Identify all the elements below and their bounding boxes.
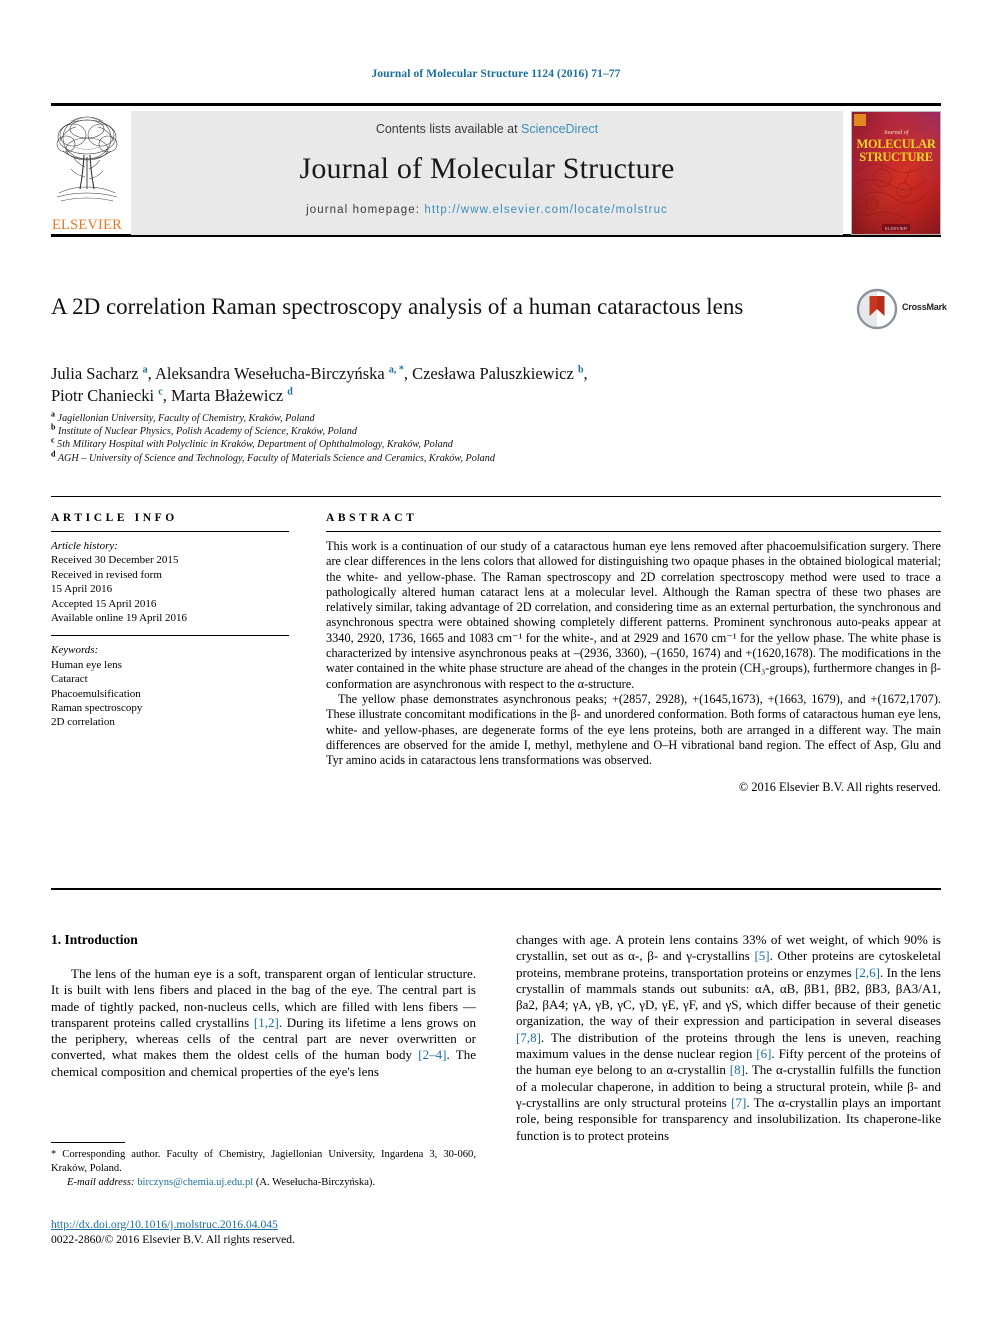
abstract-paragraph-1: This work is a continuation of our study… [326, 539, 941, 691]
article-page: Journal of Molecular Structure 1124 (201… [0, 0, 992, 1323]
abstract-paragraph-2: The yellow phase demonstrates asynchrono… [326, 691, 941, 768]
introduction-right-column: changes with age. A protein lens contain… [516, 932, 941, 1144]
svg-text:STRUCTURE: STRUCTURE [859, 150, 933, 164]
article-history-item: Received 30 December 2015 [51, 554, 179, 567]
crossmark-label: CrossMark [902, 302, 947, 312]
title-block: A 2D correlation Raman spectroscopy anal… [51, 292, 851, 321]
affiliation-text: Jagiellonian University, Faculty of Chem… [57, 413, 315, 424]
keywords-label: Keywords: [51, 644, 99, 657]
corresponding-author-footnote: * Corresponding author. Faculty of Chemi… [51, 1142, 476, 1190]
email-link[interactable]: birczyns@chemia.uj.edu.pl [137, 1177, 253, 1188]
affiliation-a: a Jagiellonian University, Faculty of Ch… [51, 409, 881, 425]
svg-text:Journal of: Journal of [884, 129, 910, 136]
journal-title: Journal of Molecular Structure [299, 152, 675, 185]
abstract-body: This work is a continuation of our study… [326, 539, 941, 796]
svg-text:ELSEVIER: ELSEVIER [885, 226, 908, 231]
elsevier-wordmark: ELSEVIER [51, 217, 123, 233]
email-line: E-mail address: birczyns@chemia.uj.edu.p… [51, 1176, 476, 1190]
abstract-section-bottom-rule [51, 888, 941, 890]
affiliation-marker: a [51, 409, 55, 419]
abstract-heading: ABSTRACT [326, 512, 418, 524]
affiliation-list: a Jagiellonian University, Faculty of Ch… [51, 409, 881, 465]
article-history-item: 15 April 2016 [51, 583, 113, 596]
sciencedirect-link[interactable]: ScienceDirect [521, 122, 598, 136]
footnote-rule [51, 1142, 125, 1143]
keyword-item: Raman spectroscopy [51, 702, 143, 715]
article-history-label: Article history: [51, 540, 118, 552]
running-head: Journal of Molecular Structure 1124 (201… [371, 68, 621, 80]
introduction-paragraph-continued: changes with age. A protein lens contain… [516, 932, 942, 1143]
corresponding-author-text: * Corresponding author. Faculty of Chemi… [51, 1149, 476, 1174]
keyword-item: Human eye lens [51, 658, 122, 671]
author-list: Julia Sacharz a, Aleksandra Wesełucha-Bi… [51, 363, 881, 406]
homepage-url-link[interactable]: http://www.elsevier.com/locate/molstruc [424, 204, 668, 216]
journal-masthead: ELSEVIER Contents lists available at Sci… [51, 103, 941, 237]
email-suffix: (A. Wesełucha-Birczyńska). [255, 1177, 376, 1189]
keywords-rule [51, 635, 289, 637]
article-history-item: Accepted 15 April 2016 [51, 597, 157, 610]
homepage-prefix: journal homepage: [306, 204, 425, 216]
doi-link[interactable]: http://dx.doi.org/10.1016/j.molstruc.201… [51, 1218, 481, 1233]
svg-text:MOLECULAR: MOLECULAR [856, 137, 936, 151]
abstract-section-top-rule [51, 496, 941, 497]
affiliation-marker: c [51, 436, 55, 446]
footer-doi-block: http://dx.doi.org/10.1016/j.molstruc.201… [51, 1218, 481, 1247]
abstract-rule [326, 531, 941, 532]
affiliation-marker: d [51, 449, 56, 459]
affiliation-c: c 5th Military Hospital with Polyclinic … [51, 436, 881, 451]
introduction-paragraph: The lens of the human eye is a soft, tra… [51, 966, 476, 1079]
introduction-right-text: changes with age. A protein lens contain… [516, 932, 941, 1144]
author-line-1: Julia Sacharz a, Aleksandra Wesełucha-Bi… [51, 364, 588, 383]
affiliation-marker: b [51, 422, 56, 432]
keyword-item: 2D correlation [51, 716, 115, 729]
journal-cover-image: Journal of MOLECULAR STRUCTURE ELSEVIER [851, 111, 941, 235]
abstract-block: ABSTRACT This work is a continuation of … [326, 512, 941, 796]
abstract-copyright: © 2016 Elsevier B.V. All rights reserved… [738, 780, 941, 795]
crossmark-badge[interactable]: CrossMark [856, 288, 956, 332]
affiliation-text: 5th Military Hospital with Polyclinic in… [57, 439, 453, 451]
introduction-heading: 1. Introduction [51, 932, 138, 947]
contents-list-line: Contents lists available at ScienceDirec… [131, 122, 843, 136]
introduction-left-text: The lens of the human eye is a soft, tra… [51, 966, 476, 1080]
article-history-item: Received in revised form [51, 568, 162, 581]
journal-homepage-line: journal homepage: http://www.elsevier.co… [131, 204, 843, 216]
affiliation-text: AGH – University of Science and Technolo… [57, 452, 495, 464]
affiliation-text: Institute of Nuclear Physics, Polish Aca… [58, 426, 357, 438]
article-info-heading: ARTICLE INFO [51, 512, 178, 524]
keyword-item: Phacoemulsification [51, 687, 141, 700]
introduction-left-column: 1. Introduction The lens of the human ey… [51, 932, 476, 1080]
article-info-rule [51, 531, 289, 532]
issn-copyright-line: 0022-2860/© 2016 Elsevier B.V. All right… [51, 1232, 295, 1246]
affiliation-b: b Institute of Nuclear Physics, Polish A… [51, 422, 881, 438]
contents-prefix: Contents lists available at [375, 122, 522, 136]
affiliation-d: d AGH – University of Science and Techno… [51, 449, 881, 465]
article-info-block: ARTICLE INFO Article history: Received 3… [51, 512, 289, 730]
keyword-item: Cataract [51, 673, 88, 686]
crossmark-icon [856, 288, 898, 330]
page-title: A 2D correlation Raman spectroscopy anal… [51, 294, 744, 319]
author-line-2: Piotr Chaniecki c, Marta Błażewicz d [51, 385, 293, 405]
email-label: E-mail address: [67, 1177, 135, 1189]
elsevier-tree-logo: ELSEVIER [51, 111, 123, 235]
article-history-item: Available online 19 April 2016 [51, 612, 188, 625]
masthead-center: Contents lists available at ScienceDirec… [131, 111, 843, 235]
